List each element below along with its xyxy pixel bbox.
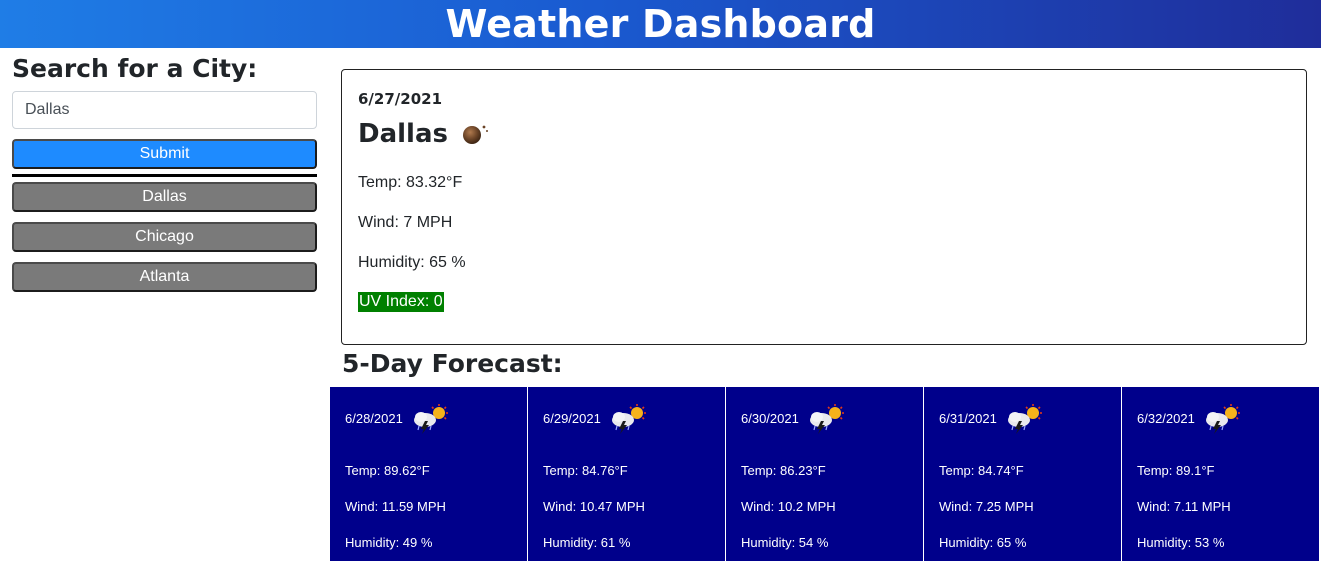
forecast-temp: Temp: 84.76°F — [543, 463, 628, 478]
current-date: 6/27/2021 — [358, 90, 443, 108]
forecast-humidity: Humidity: 54 % — [741, 535, 829, 550]
forecast-date: 6/32/2021 — [1137, 410, 1195, 426]
thunderstorm-sun-icon — [609, 402, 649, 434]
current-humidity: Humidity: 65 % — [358, 254, 466, 271]
current-temp: Temp: 83.32°F — [358, 174, 463, 191]
current-city-row: Dallas — [358, 116, 1290, 152]
history-button-dallas[interactable]: Dallas — [12, 182, 317, 212]
forecast-card: 6/32/2021 Temp: 89.1°F Wind: 7.11 MPH Hu… — [1122, 387, 1319, 561]
thunderstorm-sun-icon — [1203, 402, 1243, 434]
search-sidebar: Search for a City: Submit Dallas Chicago… — [12, 52, 317, 302]
forecast-card: 6/30/2021 Temp: 86.23°F Wind: 10.2 MPH H… — [726, 387, 924, 561]
forecast-date: 6/30/2021 — [741, 410, 799, 426]
search-history-list: Dallas Chicago Atlanta — [12, 182, 317, 292]
page-header: Weather Dashboard — [0, 0, 1321, 48]
forecast-date: 6/29/2021 — [543, 410, 601, 426]
forecast-humidity: Humidity: 61 % — [543, 535, 631, 550]
current-wind: Wind: 7 MPH — [358, 214, 453, 231]
forecast-wind: Wind: 10.47 MPH — [543, 499, 645, 514]
thunderstorm-sun-icon — [807, 402, 847, 434]
history-button-chicago[interactable]: Chicago — [12, 222, 317, 252]
clear-night-moon-icon — [460, 122, 490, 146]
forecast-temp: Temp: 89.62°F — [345, 463, 430, 478]
city-search-input[interactable] — [12, 91, 317, 129]
uv-index-badge: UV Index: 0 — [358, 292, 444, 312]
forecast-card: 6/31/2021 Temp: 84.74°F Wind: 7.25 MPH H… — [924, 387, 1122, 561]
forecast-date: 6/28/2021 — [345, 410, 403, 426]
forecast-wind: Wind: 11.59 MPH — [345, 499, 446, 514]
forecast-humidity: Humidity: 53 % — [1137, 535, 1225, 550]
search-heading: Search for a City: — [12, 54, 258, 83]
thunderstorm-sun-icon — [411, 402, 451, 434]
forecast-wind: Wind: 7.11 MPH — [1137, 499, 1231, 514]
page-title: Weather Dashboard — [445, 2, 876, 46]
forecast-wind: Wind: 10.2 MPH — [741, 499, 836, 514]
forecast-title: 5-Day Forecast: — [342, 349, 563, 378]
submit-button[interactable]: Submit — [12, 139, 317, 169]
forecast-row: 6/28/2021 Temp: 89.62°F Wind: 11.59 MPH … — [330, 387, 1319, 561]
thunderstorm-sun-icon — [1005, 402, 1045, 434]
current-weather-card: 6/27/2021 Dallas Temp: 83.32°F Wind: 7 M… — [341, 69, 1307, 345]
forecast-card: 6/29/2021 Temp: 84.76°F Wind: 10.47 MPH … — [528, 387, 726, 561]
forecast-date: 6/31/2021 — [939, 410, 997, 426]
forecast-humidity: Humidity: 65 % — [939, 535, 1027, 550]
forecast-wind: Wind: 7.25 MPH — [939, 499, 1034, 514]
forecast-humidity: Humidity: 49 % — [345, 535, 433, 550]
current-city-name: Dallas — [358, 119, 448, 149]
forecast-card: 6/28/2021 Temp: 89.62°F Wind: 11.59 MPH … — [330, 387, 528, 561]
forecast-temp: Temp: 86.23°F — [741, 463, 826, 478]
divider — [12, 174, 317, 177]
forecast-temp: Temp: 84.74°F — [939, 463, 1024, 478]
forecast-temp: Temp: 89.1°F — [1137, 463, 1215, 478]
history-button-atlanta[interactable]: Atlanta — [12, 262, 317, 292]
